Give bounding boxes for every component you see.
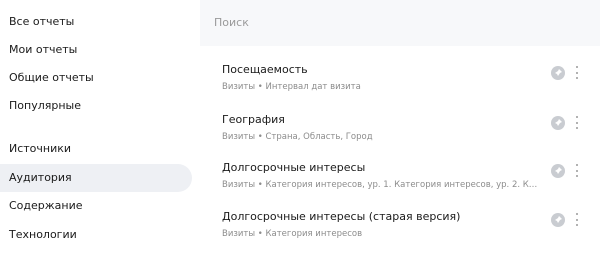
main-panel: Посещаемость Визиты • Интервал дат визит… xyxy=(200,0,600,250)
report-item-long-term-interests-old[interactable]: Долгосрочные интересы (старая версия) Ви… xyxy=(200,209,600,253)
sidebar-item-popular[interactable]: Популярные xyxy=(0,92,192,120)
more-vertical-icon[interactable] xyxy=(572,162,582,180)
pin-icon[interactable] xyxy=(551,164,565,178)
sidebar-item-sources[interactable]: Источники xyxy=(0,135,192,163)
report-title: Долгосрочные интересы (старая версия) xyxy=(222,210,461,223)
sidebar-item-technologies[interactable]: Технологии xyxy=(0,221,192,249)
pin-icon[interactable] xyxy=(551,213,565,227)
more-vertical-icon[interactable] xyxy=(572,211,582,229)
more-vertical-icon[interactable] xyxy=(572,114,582,132)
report-item-attendance[interactable]: Посещаемость Визиты • Интервал дат визит… xyxy=(200,62,600,106)
more-vertical-icon[interactable] xyxy=(572,64,582,82)
report-title: Долгосрочные интересы xyxy=(222,161,366,174)
pin-icon[interactable] xyxy=(551,66,565,80)
report-title: География xyxy=(222,113,285,126)
report-title: Посещаемость xyxy=(222,63,308,76)
pin-icon[interactable] xyxy=(551,116,565,130)
report-item-long-term-interests[interactable]: Долгосрочные интересы Визиты • Категория… xyxy=(200,160,600,204)
sidebar-item-shared-reports[interactable]: Общие отчеты xyxy=(0,64,192,92)
report-item-geography[interactable]: География Визиты • Страна, Область, Горо… xyxy=(200,112,600,156)
sidebar-item-audience[interactable]: Аудитория xyxy=(0,164,192,192)
sidebar-item-all-reports[interactable]: Все отчеты xyxy=(0,8,192,36)
report-subtitle: Визиты • Категория интересов, ур. 1. Кат… xyxy=(222,180,542,190)
report-subtitle: Визиты • Интервал дат визита xyxy=(222,82,361,92)
sidebar-item-my-reports[interactable]: Мои отчеты xyxy=(0,36,192,64)
search-bar xyxy=(200,0,600,44)
sidebar: Все отчеты Мои отчеты Общие отчеты Попул… xyxy=(0,0,200,250)
report-list: Посещаемость Визиты • Интервал дат визит… xyxy=(200,46,600,250)
sidebar-item-content[interactable]: Содержание xyxy=(0,192,192,220)
report-subtitle: Визиты • Категория интересов xyxy=(222,229,363,239)
report-subtitle: Визиты • Страна, Область, Город xyxy=(222,132,373,142)
search-input[interactable] xyxy=(214,12,584,32)
